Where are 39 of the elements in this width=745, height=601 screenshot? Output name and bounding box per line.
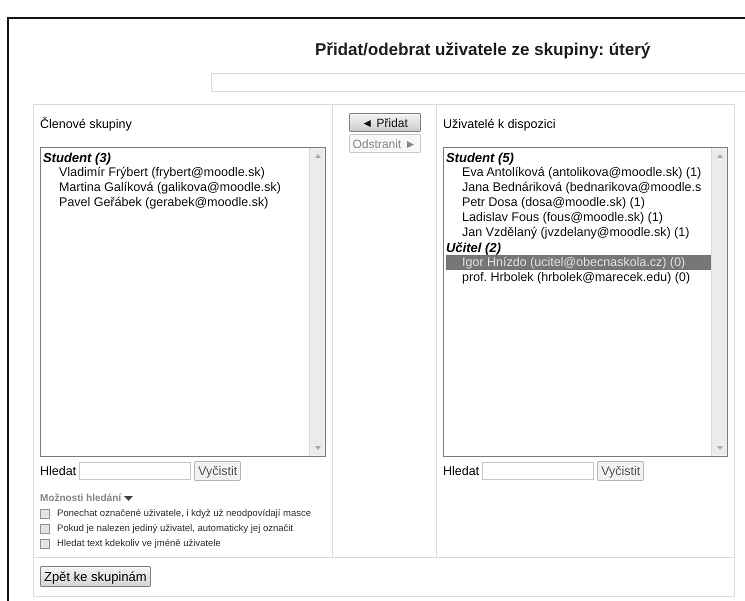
user-option[interactable]: Ladislav Fous (fous@moodle.sk) (1) <box>446 210 711 226</box>
user-option[interactable]: Pavel Geřábek (gerabek@moodle.sk) <box>43 195 309 210</box>
caret-icon[interactable] <box>124 496 134 502</box>
scrollbar[interactable] <box>309 148 325 456</box>
option-checkbox[interactable] <box>40 524 50 534</box>
option-label: Hledat text kdekoliv ve jméně uživatele <box>57 538 221 550</box>
user-option[interactable]: prof. Hrbolek (hrbolek@marecek.edu) (0) <box>446 270 711 286</box>
scroll-down-icon[interactable] <box>716 446 722 450</box>
option-label: Pokud je nalezen jediný uživatel, automaticky jej označit <box>57 523 294 534</box>
search-label: Hledat <box>40 462 76 480</box>
page-title: Přidat/odebrat uživatele ze skupiny: úterý <box>314 39 652 61</box>
option-checkbox[interactable] <box>40 508 50 519</box>
user-option[interactable]: Martina Galíková (galikova@moodle.sk) <box>43 180 309 196</box>
search-options-toggle[interactable]: Možnosti hledání <box>40 491 122 506</box>
search-field[interactable] <box>79 462 192 480</box>
back-button[interactable]: Zpět ke skupinám <box>40 566 151 588</box>
search-label: Hledat <box>443 462 480 480</box>
user-listbox[interactable] <box>443 147 728 458</box>
user-option[interactable]: Vladimír Frýbert (frybert@moodle.sk) <box>43 165 309 180</box>
search-field[interactable] <box>482 462 594 480</box>
option-label: Ponechat označené uživatele, i když už neodpovídají masce <box>57 508 312 520</box>
user-option[interactable]: Jana Bednáriková (bednarikova@moodle.s <box>446 180 711 196</box>
option-checkbox[interactable] <box>40 538 50 549</box>
clear-button[interactable]: Vyčistit <box>194 461 242 482</box>
scrollbar[interactable] <box>711 148 727 456</box>
group-label: Učitel (2) <box>446 240 502 256</box>
action-button[interactable]: ◄ Přidat <box>348 112 420 132</box>
scroll-up-icon[interactable] <box>314 154 320 158</box>
scroll-down-icon[interactable] <box>314 446 320 450</box>
user-listbox[interactable]: Student (3) Vladimír Frýbert (frybert@moodle.sk) Martina Galíková (galikova@moodle.sk) Pavel Geřábek (gerabek@moodle.sk) <box>40 147 326 458</box>
members-heading: Členové skupiny <box>40 116 133 133</box>
user-option[interactable]: Jan Vzdělaný (jvzdelany@moodle.sk) (1) <box>446 225 711 240</box>
group-label: Student (5) <box>446 150 515 166</box>
user-option[interactable]: Petr Dosa (dosa@moodle.sk) (1) <box>446 195 711 210</box>
available-heading: Uživatelé k dispozici <box>443 116 557 133</box>
scroll-up-icon[interactable] <box>716 154 722 158</box>
user-option[interactable]: Eva Antolíková (antolikova@moodle.sk) (1) <box>446 165 711 180</box>
group-label: Student (3) <box>43 150 112 166</box>
clear-button[interactable]: Vyčistit <box>597 461 644 482</box>
